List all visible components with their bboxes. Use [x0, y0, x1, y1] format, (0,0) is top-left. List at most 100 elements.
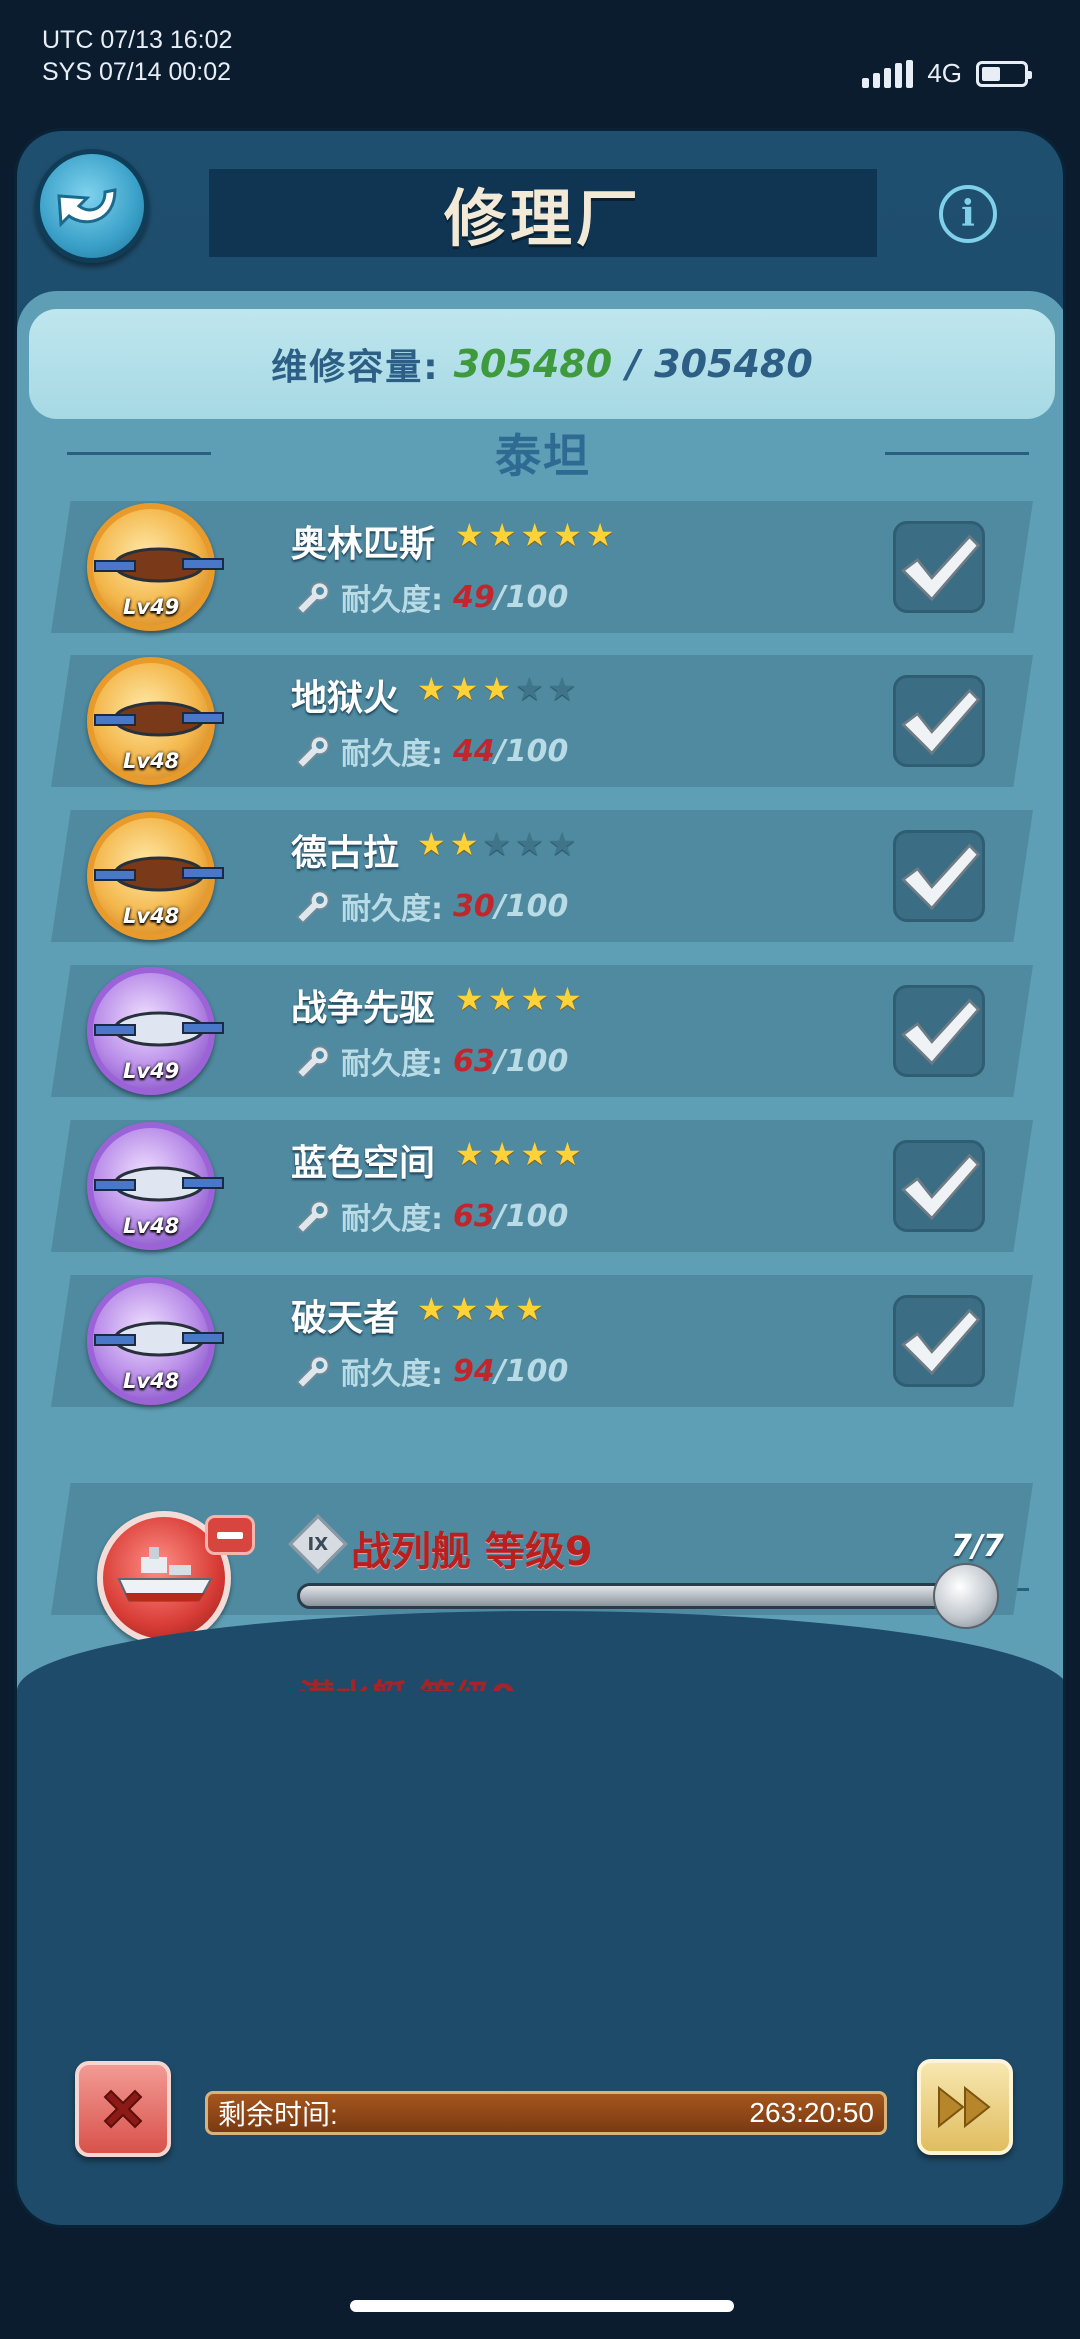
info-icon: i: [961, 193, 975, 235]
titan-craft-icon: [94, 1166, 224, 1202]
sys-time: SYS 07/14 00:02: [42, 58, 232, 86]
durability-max: /100: [494, 579, 569, 615]
durability-label: 耐久度:: [341, 583, 443, 618]
star-icon: ★: [417, 670, 446, 708]
titan-name: 德古拉: [291, 833, 400, 874]
titan-name: 地狱火: [291, 678, 400, 719]
durability-max: /100: [494, 888, 569, 924]
titan-craft-icon: [94, 856, 224, 892]
titan-craft-icon: [94, 1321, 224, 1357]
titan-craft-icon: [94, 701, 224, 737]
titan-avatar[interactable]: Lv48: [87, 1277, 224, 1405]
star-icon: ★: [417, 825, 446, 863]
star-rating: ★ ★ ★ ★: [417, 1293, 544, 1325]
star-icon: ★: [449, 670, 479, 708]
titan-avatar[interactable]: Lv49: [87, 967, 224, 1095]
repair-capacity: 维修容量: 305480 / 305480: [29, 309, 1055, 419]
ship-count: 7/7: [951, 1529, 1004, 1564]
home-indicator[interactable]: [350, 2300, 734, 2312]
cancel-repair-button[interactable]: [75, 2061, 171, 2157]
durability: 耐久度: 49/100: [291, 575, 568, 619]
level-badge: Lv49: [123, 595, 180, 619]
titan-craft-icon: [94, 1011, 224, 1047]
durability: 耐久度: 94/100: [291, 1349, 568, 1393]
star-icon: ★: [515, 670, 544, 708]
durability-max: /100: [494, 733, 569, 769]
wrench-icon: [295, 890, 330, 923]
durability-label: 耐久度:: [341, 1202, 443, 1237]
minus-icon: [217, 1531, 243, 1539]
star-icon: ★: [449, 825, 479, 863]
select-checkbox[interactable]: [893, 1295, 985, 1387]
capacity-separator: /: [626, 342, 641, 386]
durability-label: 耐久度:: [341, 892, 443, 927]
star-icon: ★: [487, 516, 517, 554]
durability-current: 94: [453, 1353, 495, 1389]
select-checkbox[interactable]: [893, 1140, 985, 1232]
star-icon: ★: [515, 825, 544, 863]
battery-level: [982, 66, 1000, 81]
star-rating: ★ ★ ★ ★ ★: [417, 673, 576, 705]
star-icon: ★: [520, 1135, 550, 1173]
star-rating: ★ ★ ★ ★: [455, 1138, 582, 1170]
select-checkbox[interactable]: [893, 985, 985, 1077]
titan-avatar[interactable]: Lv48: [87, 1122, 224, 1250]
timer-value: 263:20:50: [749, 2097, 874, 2128]
star-icon: ★: [547, 825, 577, 863]
next-ship-name: 潜水艇 等级9: [299, 1669, 517, 1691]
star-rating: ★ ★ ★ ★: [455, 983, 582, 1015]
durability-label: 耐久度:: [341, 1357, 443, 1392]
star-icon: ★: [455, 1135, 484, 1173]
signal-icon: [862, 59, 914, 88]
capacity-current: 305480: [453, 342, 613, 386]
titan-avatar[interactable]: Lv48: [87, 812, 224, 940]
utc-time: UTC 07/13 16:02: [42, 26, 233, 54]
divider: [885, 452, 1029, 455]
repair-factory-panel: 修理厂 i 维修容量: 305480 / 305480 泰坦 Lv49 奥林匹斯 ★…: [14, 128, 1066, 2228]
wrench-icon: [295, 1200, 330, 1233]
screen: UTC 07/13 16:02 SYS 07/14 00:02 4G 修理厂 i…: [0, 0, 1080, 2339]
durability-current: 63: [453, 1198, 495, 1234]
checkmark-icon: [901, 843, 981, 911]
titans-section-header: 泰坦: [17, 421, 1063, 485]
star-icon: ★: [482, 825, 512, 863]
back-button[interactable]: [35, 149, 149, 263]
star-rating: ★ ★ ★ ★ ★: [455, 519, 614, 551]
capacity-label: 维修容量:: [271, 347, 440, 388]
checkmark-icon: [901, 688, 981, 756]
bottom-panel: [17, 1611, 1063, 2225]
titan-name: 奥林匹斯: [291, 524, 436, 565]
star-icon: ★: [482, 1290, 512, 1328]
network-label: 4G: [927, 58, 962, 88]
level-badge: Lv48: [123, 904, 180, 928]
star-icon: ★: [553, 1135, 582, 1173]
checkmark-icon: [901, 534, 981, 602]
star-icon: ★: [417, 1290, 446, 1328]
star-icon: ★: [520, 516, 550, 554]
timer-label: 剩余时间:: [218, 2099, 338, 2130]
remove-ship-button[interactable]: [205, 1515, 255, 1555]
page-title: 修理厂: [443, 182, 642, 255]
star-icon: ★: [482, 670, 512, 708]
durability: 耐久度: 63/100: [291, 1039, 568, 1083]
info-button[interactable]: i: [939, 185, 997, 243]
select-checkbox[interactable]: [893, 521, 985, 613]
wrench-icon: [295, 1355, 330, 1388]
back-arrow-icon: [57, 188, 117, 228]
titan-avatar[interactable]: Lv48: [87, 657, 224, 785]
star-icon: ★: [547, 670, 577, 708]
speed-up-button[interactable]: [917, 2059, 1013, 2155]
select-checkbox[interactable]: [893, 830, 985, 922]
checkmark-icon: [901, 998, 981, 1066]
ship-quantity-slider[interactable]: [297, 1583, 977, 1609]
durability-max: /100: [494, 1353, 569, 1389]
select-checkbox[interactable]: [893, 675, 985, 767]
star-icon: ★: [455, 516, 484, 554]
level-badge: Lv49: [123, 1059, 180, 1083]
star-icon: ★: [449, 1290, 479, 1328]
durability-current: 63: [453, 1043, 495, 1079]
status-times: UTC 07/13 16:02 SYS 07/14 00:02: [42, 24, 232, 88]
durability-max: /100: [494, 1198, 569, 1234]
slider-handle[interactable]: [933, 1563, 999, 1629]
titan-avatar[interactable]: Lv49: [87, 503, 224, 631]
